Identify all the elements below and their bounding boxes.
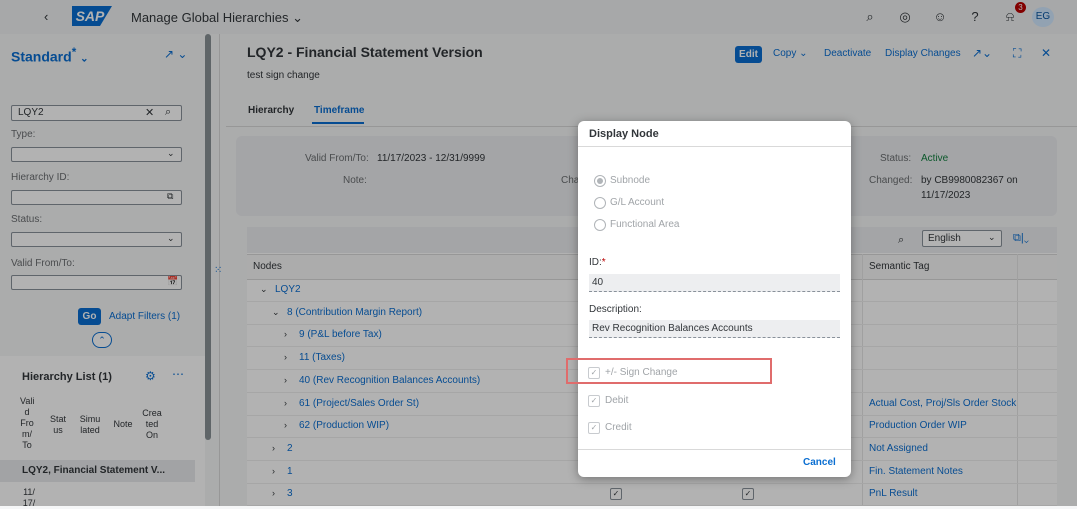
highlight-annotation [566, 358, 772, 384]
dialog-header-divider [578, 146, 851, 147]
id-field[interactable]: 40 [589, 274, 840, 292]
debit-label: Debit [605, 395, 629, 406]
dialog-title: Display Node [589, 128, 659, 140]
debit-checkbox[interactable]: ✓ [588, 395, 600, 407]
description-label: Description: [589, 304, 642, 315]
radio-functional-area[interactable] [594, 219, 606, 231]
required-marker: * [601, 257, 606, 268]
radio-subnode-label: Subnode [610, 175, 651, 186]
dialog-footer-divider [578, 449, 851, 450]
description-field[interactable]: Rev Recognition Balances Accounts [589, 320, 840, 338]
cancel-button[interactable]: Cancel [803, 457, 836, 468]
radio-subnode[interactable] [594, 175, 606, 187]
radio-gl-account[interactable] [594, 197, 606, 209]
radio-functional-area-label: Functional Area [610, 219, 680, 230]
radio-gl-account-label: G/L Account [610, 197, 665, 208]
credit-label: Credit [605, 422, 632, 433]
credit-checkbox[interactable]: ✓ [588, 422, 600, 434]
id-label: ID:* [589, 257, 606, 268]
modal-overlay [0, 0, 1077, 506]
id-label-text: ID: [589, 257, 602, 268]
